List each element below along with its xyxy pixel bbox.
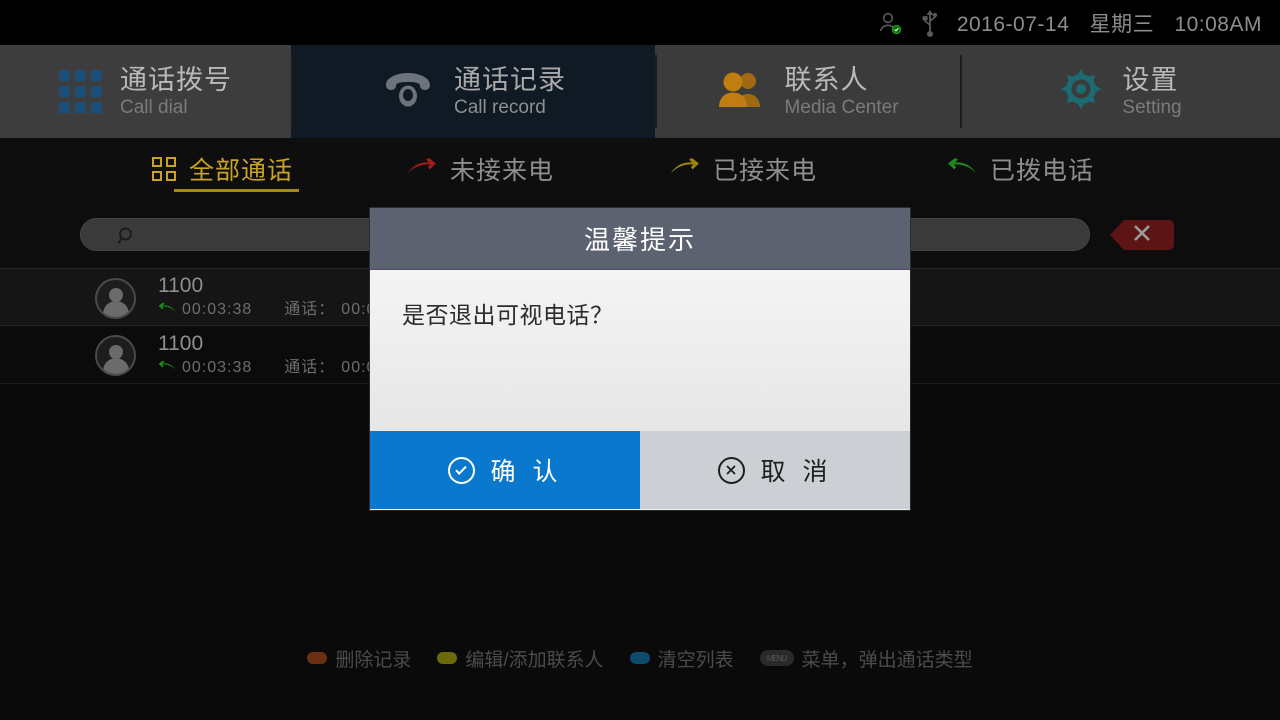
tab-setting-sublabel: Setting (1122, 96, 1182, 118)
hint-delete-record: 删除记录 (307, 645, 411, 672)
avatar (95, 335, 136, 376)
filter-missed-calls-label: 未接来电 (450, 157, 555, 185)
tab-call-dial-label: 通话拨号 (120, 64, 232, 95)
hint-clear-list-label: 清空列表 (657, 649, 734, 671)
call-number: 1100 (158, 331, 204, 355)
dialog-actions: 确 认 取 消 (370, 431, 910, 509)
status-weekday: 星期三 (1089, 12, 1155, 36)
red-key-icon (307, 652, 328, 664)
tab-divider (960, 55, 962, 128)
call-time: 00:03:38 (182, 358, 253, 376)
avatar (95, 278, 136, 319)
hint-edit-contact-label: 编辑/添加联系人 (465, 649, 604, 671)
tab-call-record-sublabel: Call record (454, 96, 546, 118)
confirm-button[interactable]: 确 认 (370, 431, 640, 509)
gear-icon (1058, 66, 1104, 117)
status-bar: 2016-07-14 星期三 10:08AM (0, 0, 1280, 45)
telephone-icon (380, 69, 436, 114)
call-filter-bar: 全部通话 未接来电 已接来电 已拨电话 (0, 138, 1280, 200)
dialog-title: 温馨提示 (583, 225, 696, 255)
grid-squares-icon (152, 157, 176, 181)
hint-bar: 删除记录 编辑/添加联系人 清空列表 MENU 菜单，弹出通话类型 (0, 640, 1280, 676)
tab-call-dial[interactable]: 通话拨号 Call dial (0, 45, 291, 138)
arrow-dialed-icon (158, 301, 176, 319)
hint-edit-contact: 编辑/添加联系人 (437, 645, 604, 672)
hint-delete-record-label: 删除记录 (335, 649, 412, 671)
tab-contacts-label: 联系人 (784, 64, 869, 95)
user-online-icon (877, 10, 903, 36)
call-time: 00:03:38 (182, 301, 253, 319)
dialog-body: 是否退出可视电话？ (370, 270, 910, 431)
filter-received-calls[interactable]: 已接来电 (670, 138, 817, 200)
close-icon (1131, 222, 1153, 249)
status-date: 2016-07-14 (956, 12, 1070, 36)
dialog-message: 是否退出可视电话？ (402, 302, 614, 328)
blue-key-icon (629, 652, 650, 664)
arrow-dialed-icon (947, 157, 977, 182)
status-datetime: 2016-07-14 星期三 10:08AM (957, 8, 1262, 38)
filter-dialed-calls-label: 已拨电话 (990, 157, 1095, 185)
dialog-header: 温馨提示 (370, 208, 910, 270)
hint-menu-label: 菜单，弹出通话类型 (801, 649, 973, 671)
tab-call-record-label: 通话记录 (454, 64, 566, 95)
search-icon (117, 226, 137, 251)
tab-contacts[interactable]: 联系人 Media Center (655, 45, 960, 138)
filter-missed-calls[interactable]: 未接来电 (407, 138, 554, 200)
contacts-icon (716, 69, 766, 114)
confirm-button-label: 确 认 (490, 458, 563, 486)
menu-key-icon: MENU (759, 650, 794, 666)
status-time: 10:08AM (1174, 12, 1262, 36)
call-duration-label: 通话： (284, 358, 336, 376)
hint-clear-list: 清空列表 (629, 645, 734, 672)
hint-menu: MENU 菜单，弹出通话类型 (759, 645, 973, 672)
tab-setting[interactable]: 设置 Setting (960, 45, 1280, 138)
arrow-dialed-icon (158, 359, 176, 377)
confirm-dialog: 温馨提示 是否退出可视电话？ 确 认 取 消 (370, 208, 910, 510)
tab-divider (291, 55, 293, 128)
arrow-received-icon (670, 157, 700, 182)
cancel-button[interactable]: 取 消 (640, 431, 910, 509)
filter-all-calls[interactable]: 全部通话 (152, 138, 300, 200)
tab-contacts-sublabel: Media Center (784, 96, 899, 118)
call-number: 1100 (158, 274, 204, 298)
arrow-missed-icon (407, 157, 437, 182)
main-tab-bar: 通话拨号 Call dial 通话记录 Call record 联系人 Medi… (0, 45, 1280, 138)
usb-icon (919, 8, 941, 38)
check-circle-icon (447, 456, 475, 484)
filter-received-calls-label: 已接来电 (713, 157, 818, 185)
dial-grid-icon (59, 70, 102, 113)
cancel-button-label: 取 消 (760, 458, 833, 486)
tab-call-record[interactable]: 通话记录 Call record (291, 45, 655, 138)
active-filter-underline (174, 189, 300, 192)
x-circle-icon (717, 456, 745, 484)
tab-call-dial-sublabel: Call dial (120, 96, 188, 118)
tab-divider (655, 55, 657, 128)
filter-dialed-calls[interactable]: 已拨电话 (947, 138, 1094, 200)
tab-setting-label: 设置 (1122, 64, 1179, 95)
call-duration-label: 通话： (284, 301, 336, 319)
yellow-key-icon (437, 652, 458, 664)
filter-all-calls-label: 全部通话 (189, 157, 294, 185)
